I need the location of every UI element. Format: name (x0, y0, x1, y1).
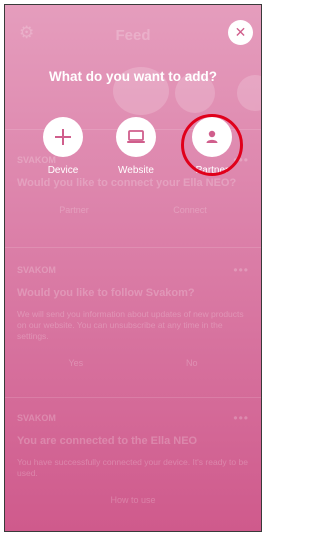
feed-card: SVAKOM ••• You are connected to the Ella… (5, 411, 261, 505)
card-action: Connect (173, 205, 207, 215)
website-circle (116, 117, 156, 157)
feed-title: Feed (115, 27, 151, 44)
add-prompt: What do you want to add? (49, 69, 217, 84)
more-icon: ••• (233, 263, 249, 277)
card-body: You have successfully connected your dev… (17, 457, 248, 478)
laptop-icon (127, 130, 145, 143)
card-heading: You are connected to the Ella NEO (17, 435, 198, 447)
card-action: How to use (110, 495, 156, 505)
option-label-device: Device (47, 165, 79, 176)
close-button[interactable]: ✕ (228, 20, 253, 45)
add-device-button[interactable]: Device (33, 117, 93, 176)
card-body: We will send you information about updat… (17, 309, 244, 341)
device-circle (43, 117, 83, 157)
divider (5, 247, 261, 248)
card-action: No (186, 358, 198, 368)
plus-icon (55, 129, 71, 145)
option-label-website: Website (118, 165, 154, 176)
add-website-button[interactable]: Website (106, 117, 166, 176)
feed-header: ⚙ Feed (5, 5, 261, 63)
close-icon: ✕ (234, 24, 247, 40)
card-brand: SVAKOM (17, 265, 56, 275)
card-action: Partner (59, 205, 89, 215)
card-heading: Would you like to follow Svakom? (17, 287, 195, 299)
card-action: Yes (68, 358, 84, 368)
app-frame: ⚙ Feed SVAKOM ••• Would you like to conn… (4, 4, 262, 532)
divider (5, 397, 261, 398)
card-brand: SVAKOM (17, 413, 56, 423)
feed-card: SVAKOM ••• Would you like to follow Svak… (5, 263, 261, 368)
highlight-ring (181, 114, 243, 176)
more-icon: ••• (233, 411, 249, 425)
